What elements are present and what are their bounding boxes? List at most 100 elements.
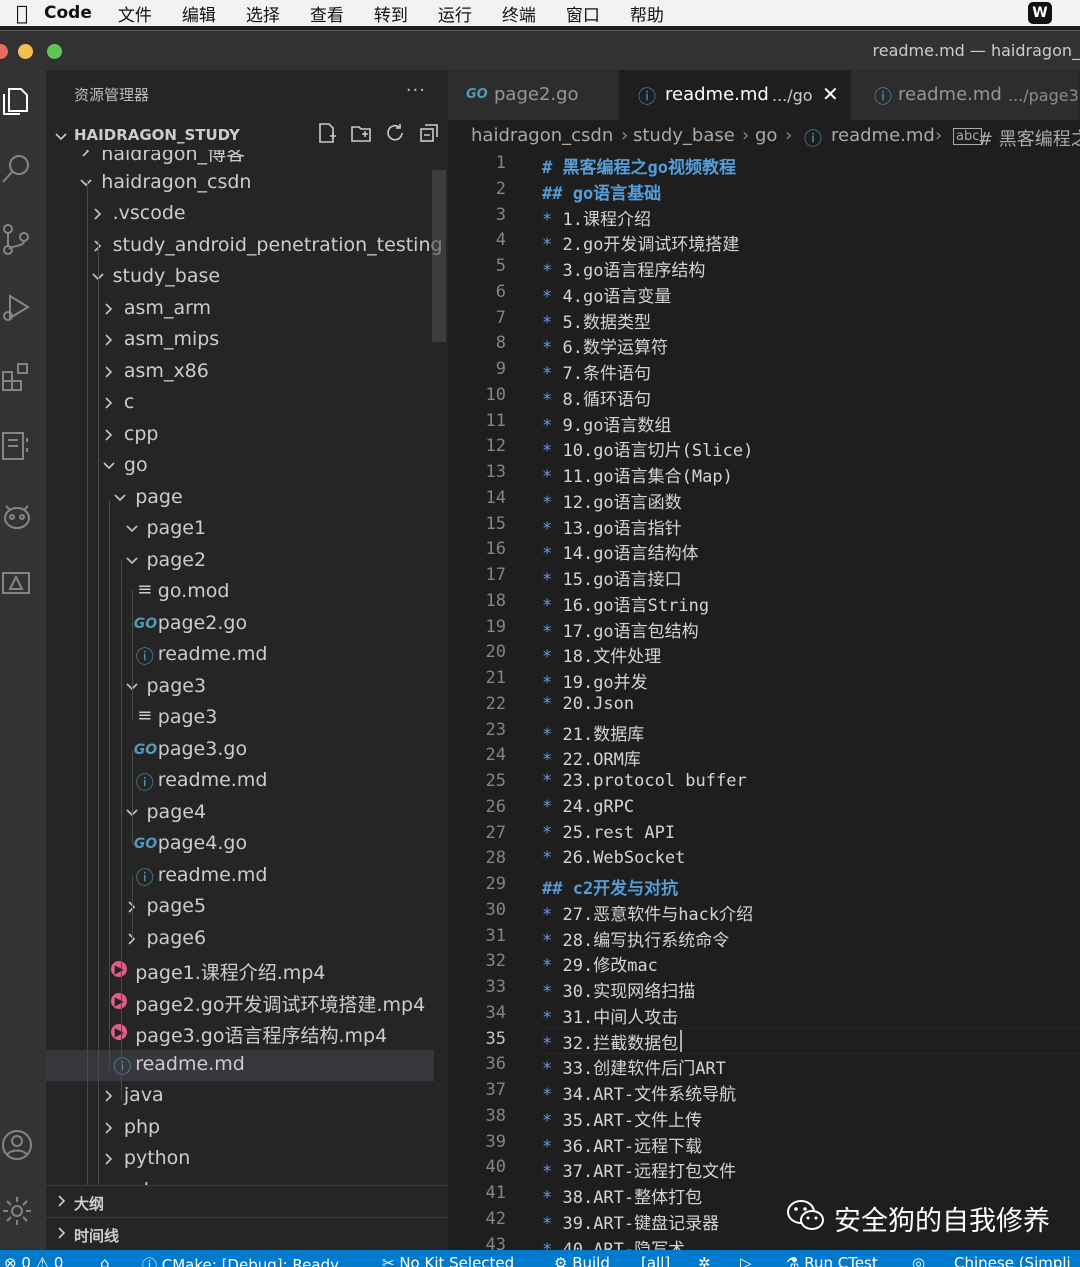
tree-folder[interactable]: ruby (46, 1176, 434, 1185)
code-line[interactable]: * 29.修改mac (542, 951, 658, 976)
tab-readme-go[interactable]: ⓘ readme.md .../go ✕ (620, 70, 850, 120)
tree-file[interactable]: ▶ page3.go语言程序结构.mp4 (46, 1018, 434, 1050)
chevron-down-icon[interactable] (102, 454, 118, 478)
menu-terminal[interactable]: 终端 (502, 1, 536, 26)
code-line[interactable]: * 40.ART-隐写术 (542, 1235, 685, 1251)
collapse-all-icon[interactable] (418, 122, 440, 144)
code-line[interactable]: * 30.实现网络扫描 (542, 977, 695, 1002)
launch-icon[interactable]: ▷ (740, 1254, 752, 1267)
breadcrumb-item[interactable]: haidragon_csdn (471, 125, 613, 146)
cmake-icon[interactable] (0, 566, 40, 606)
tree-file[interactable]: ≡ page3 (46, 703, 434, 735)
chevron-down-icon[interactable] (125, 517, 141, 541)
language-mode-selector[interactable]: Chinese (Simpli (954, 1254, 1071, 1267)
outline-panel-header[interactable]: 大纲 (46, 1185, 448, 1217)
tree-folder[interactable]: page5 (46, 892, 434, 924)
tree-file[interactable]: ≡ go.mod (46, 577, 434, 609)
tree-folder[interactable]: page6 (46, 924, 434, 956)
menu-view[interactable]: 查看 (310, 1, 344, 26)
tree-folder[interactable]: asm_arm (46, 294, 434, 326)
account-icon[interactable] (0, 1128, 40, 1168)
tree-folder[interactable]: haidragon_博客 (46, 150, 434, 168)
code-line[interactable]: * 35.ART-文件上传 (542, 1106, 702, 1131)
remote-explorer-icon[interactable] (0, 428, 40, 468)
close-icon[interactable]: ✕ (822, 82, 839, 106)
code-line[interactable]: * 36.ART-远程下载 (542, 1132, 702, 1157)
tree-folder[interactable]: c (46, 388, 434, 420)
tree-folder[interactable]: asm_mips (46, 325, 434, 357)
code-line[interactable]: * 5.数据类型 (542, 308, 651, 333)
run-debug-icon[interactable] (0, 290, 40, 330)
code-line[interactable]: * 10.go语言切片(Slice) (542, 436, 753, 461)
extensions-icon[interactable] (0, 360, 40, 400)
code-line[interactable]: * 31.中间人攻击 (542, 1003, 678, 1028)
zoom-window-button[interactable] (47, 44, 62, 59)
tree-folder[interactable]: page2 (46, 546, 434, 578)
code-line[interactable]: * 37.ART-远程打包文件 (542, 1157, 736, 1182)
alien-extension-icon[interactable] (0, 498, 40, 538)
tree-folder[interactable]: page3 (46, 672, 434, 704)
tree-file[interactable]: ⓘ readme.md (46, 766, 434, 798)
tree-folder[interactable]: study_android_penetration_testing (46, 231, 443, 263)
sidebar-scrollbar-thumb[interactable] (432, 170, 446, 342)
chevron-right-icon[interactable] (102, 1147, 118, 1171)
debug-icon[interactable]: ✲ (698, 1254, 711, 1267)
code-line[interactable]: * 12.go语言函数 (542, 488, 682, 513)
menu-edit[interactable]: 编辑 (182, 1, 216, 26)
settings-gear-icon[interactable] (0, 1194, 40, 1234)
code-line[interactable]: * 27.恶意软件与hack介绍 (542, 900, 753, 925)
code-line[interactable]: * 3.go语言程序结构 (542, 256, 705, 281)
tree-file[interactable]: GO page2.go (46, 609, 434, 641)
tree-file[interactable]: ▶ page1.课程介绍.mp4 (46, 955, 434, 987)
code-line[interactable]: * 20.Json (542, 694, 634, 714)
tree-folder[interactable]: php (46, 1113, 434, 1145)
chevron-right-icon[interactable] (102, 1116, 118, 1140)
chevron-down-icon[interactable] (113, 486, 129, 510)
tree-folder[interactable]: .vscode (46, 199, 434, 231)
tree-folder[interactable]: haidragon_csdn (46, 168, 434, 200)
chevron-down-icon[interactable] (125, 549, 141, 573)
breadcrumb-item[interactable]: # 黑客编程之go视频教程 (978, 125, 1080, 151)
code-line[interactable]: * 8.循环语句 (542, 385, 651, 410)
tree-folder[interactable]: python (46, 1144, 434, 1176)
code-line[interactable]: * 6.数学运算符 (542, 333, 668, 358)
chevron-right-icon[interactable] (102, 360, 118, 384)
chevron-right-icon[interactable] (91, 202, 107, 226)
chevron-right-icon[interactable] (102, 1084, 118, 1108)
markdown-editor[interactable]: 1 # 黑客编程之go视频教程 2 ## go语言基础 3 * 1.课程介绍 4 * 2.go… (448, 152, 1080, 1250)
feedback-icon[interactable]: ◎ (912, 1254, 925, 1267)
code-line[interactable]: # 黑客编程之go视频教程 (542, 153, 736, 178)
menu-help[interactable]: 帮助 (630, 1, 664, 26)
code-line[interactable]: * 21.数据库 (542, 720, 644, 745)
code-line[interactable]: * 1.课程介绍 (542, 205, 651, 230)
menu-selection[interactable]: 选择 (246, 1, 280, 26)
code-line[interactable]: * 13.go语言指针 (542, 514, 682, 539)
code-line[interactable]: * 14.go语言结构体 (542, 539, 699, 564)
tree-folder[interactable]: cpp (46, 420, 434, 452)
tree-file[interactable]: ▶ page2.go开发调试环境搭建.mp4 (46, 987, 434, 1019)
menu-file[interactable]: 文件 (118, 1, 152, 26)
code-line[interactable]: * 39.ART-键盘记录器 (542, 1209, 719, 1234)
chevron-right-icon[interactable] (79, 150, 95, 163)
new-file-icon[interactable] (316, 122, 338, 144)
code-line[interactable]: * 16.go语言String (542, 591, 709, 616)
minimize-window-button[interactable] (18, 44, 33, 59)
app-menu[interactable]: Code (44, 3, 92, 23)
tree-file[interactable]: ⓘ readme.md (46, 640, 434, 672)
code-line[interactable]: * 25.rest API (542, 823, 675, 843)
tree-folder[interactable]: page1 (46, 514, 434, 546)
code-line[interactable]: * 17.go语言包结构 (542, 617, 699, 642)
code-line[interactable]: ## c2开发与对抗 (542, 874, 678, 899)
tab-readme-page3[interactable]: ⓘ readme.md .../page3 (852, 70, 1080, 120)
code-line[interactable]: * 32.拦截数据包 (542, 1029, 678, 1054)
tree-file[interactable]: ⓘ readme.md (46, 1049, 434, 1081)
apple-menu-icon[interactable]:  (0, 1, 44, 25)
chevron-right-icon[interactable] (102, 391, 118, 415)
code-line[interactable]: * 24.gRPC (542, 797, 634, 817)
cmake-build-button[interactable]: ⚙ Build (554, 1254, 610, 1267)
menu-window[interactable]: 窗口 (566, 1, 600, 26)
run-ctest-button[interactable]: ⚗ Run CTest (786, 1254, 878, 1267)
tree-file[interactable]: GO page4.go (46, 829, 434, 861)
tree-folder[interactable]: asm_x86 (46, 357, 434, 389)
code-line[interactable]: * 9.go语言数组 (542, 411, 671, 436)
